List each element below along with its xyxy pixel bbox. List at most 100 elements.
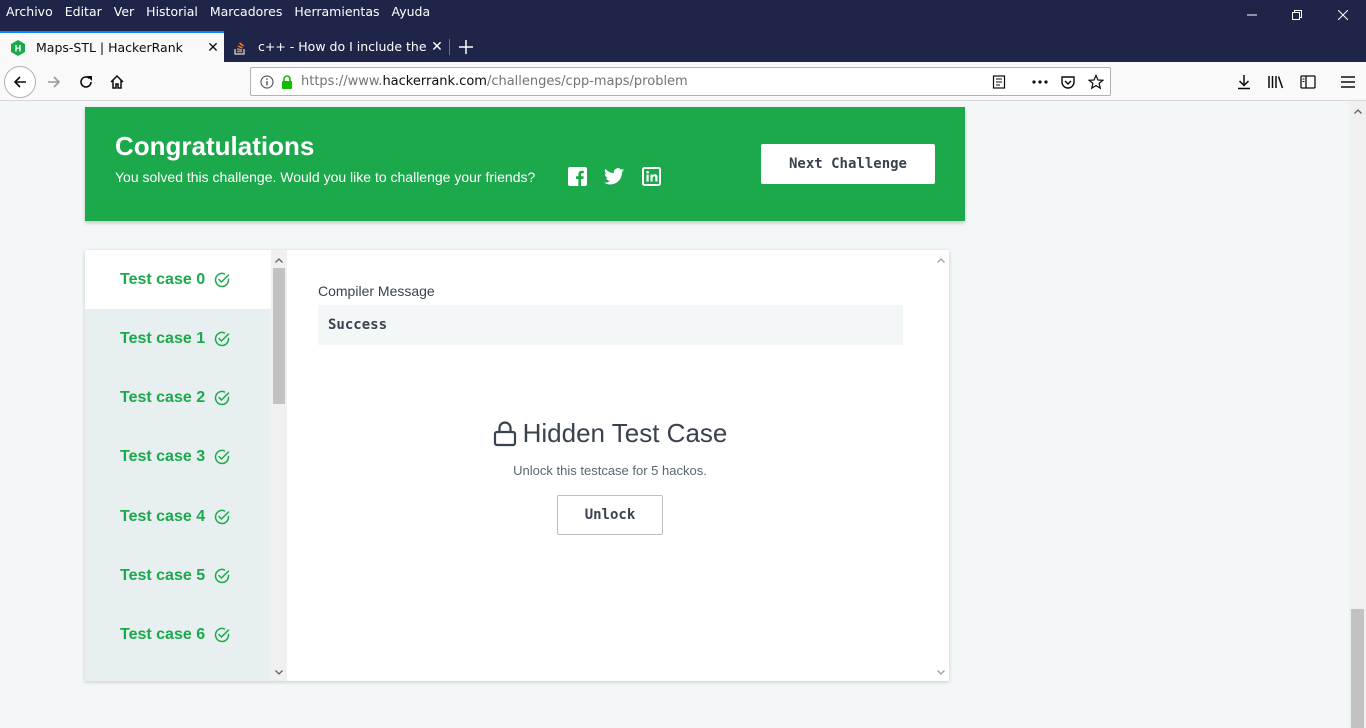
- download-icon: [1238, 75, 1250, 90]
- testcase-label: Test case 1: [120, 329, 206, 347]
- svg-text:H: H: [15, 43, 22, 53]
- scrollbar-thumb[interactable]: [1351, 609, 1364, 728]
- testcase-label: Test case 5: [120, 566, 206, 584]
- sidebar-button[interactable]: [1292, 66, 1324, 98]
- testcase-label: Test case 0: [120, 270, 206, 288]
- testcase-list: Test case 0 Test case 1 Test case 2 Test…: [85, 250, 271, 681]
- testcase-label: Test case 4: [120, 507, 206, 525]
- reload-button[interactable]: [70, 66, 102, 98]
- menu-ayuda[interactable]: Ayuda: [386, 4, 437, 19]
- testcase-detail: Compiler Message Success Hidden Test Cas…: [287, 250, 949, 681]
- compiler-message-box: Success: [318, 305, 903, 345]
- detail-scrollbar[interactable]: [933, 250, 949, 681]
- hidden-testcase-title: Hidden Test Case: [522, 418, 728, 448]
- info-icon[interactable]: [260, 74, 274, 89]
- unlock-button[interactable]: Unlock: [557, 495, 663, 535]
- check-circle-icon: [214, 272, 230, 287]
- linkedin-share-button[interactable]: [641, 166, 661, 186]
- check-circle-icon: [214, 390, 230, 405]
- menu-historial[interactable]: Historial: [140, 4, 204, 19]
- arrow-right-icon: [48, 76, 61, 88]
- check-circle-icon: [214, 568, 230, 583]
- scroll-up-icon[interactable]: [933, 252, 949, 268]
- hidden-testcase-heading: Hidden Test Case: [287, 418, 933, 449]
- menu-archivo[interactable]: Archivo: [0, 4, 59, 19]
- library-button[interactable]: [1260, 66, 1292, 98]
- scroll-up-icon[interactable]: [1349, 103, 1366, 119]
- hamburger-icon: [1341, 76, 1355, 88]
- testcase-tab-0[interactable]: Test case 0: [85, 250, 271, 309]
- new-tab-button[interactable]: [452, 31, 480, 62]
- star-icon: [1088, 73, 1104, 89]
- reader-view-button[interactable]: [989, 68, 1009, 95]
- check-circle-icon: [214, 449, 230, 464]
- menu-editar[interactable]: Editar: [59, 4, 108, 19]
- browser-titlebar: Archivo Editar Ver Historial Marcadores …: [0, 0, 1366, 62]
- tab-close-icon[interactable]: ✕: [426, 39, 448, 55]
- tab-label: c++ - How do I include the strin: [258, 39, 426, 54]
- address-bar[interactable]: https://www.hackerrank.com/challenges/cp…: [250, 67, 1111, 96]
- url-text: https://www.hackerrank.com/challenges/cp…: [301, 74, 688, 89]
- testcase-label: Test case 3: [120, 447, 206, 465]
- scroll-up-icon[interactable]: [271, 252, 287, 268]
- minimize-button[interactable]: [1229, 0, 1275, 30]
- close-icon: [1338, 10, 1348, 20]
- testcase-label: Test case 2: [120, 388, 206, 406]
- scrollbar-thumb[interactable]: [273, 268, 285, 404]
- tab-close-icon[interactable]: ✕: [202, 40, 224, 56]
- restore-icon: [1292, 10, 1302, 20]
- testcase-tab-2[interactable]: Test case 2: [85, 368, 271, 427]
- minimize-icon: [1247, 14, 1257, 16]
- close-window-button[interactable]: [1320, 0, 1366, 30]
- lock-secure-icon[interactable]: [281, 74, 293, 89]
- linkedin-icon: [641, 166, 661, 186]
- tab-separator: [449, 39, 450, 55]
- pocket-button[interactable]: [1057, 68, 1079, 95]
- home-button[interactable]: [101, 66, 133, 98]
- twitter-icon: [604, 167, 624, 184]
- forward-button[interactable]: [38, 66, 70, 98]
- menu-bar: Archivo Editar Ver Historial Marcadores …: [0, 0, 436, 22]
- menu-herramientas[interactable]: Herramientas: [288, 4, 385, 19]
- twitter-share-button[interactable]: [604, 166, 624, 186]
- testcase-list-scrollbar[interactable]: [271, 250, 287, 681]
- page-scrollbar[interactable]: [1349, 101, 1366, 728]
- tab-label: Maps-STL | HackerRank: [36, 40, 183, 55]
- menu-ver[interactable]: Ver: [108, 4, 140, 19]
- home-icon: [110, 74, 124, 89]
- back-button[interactable]: [4, 66, 36, 98]
- facebook-icon: [567, 166, 587, 186]
- next-challenge-button[interactable]: Next Challenge: [761, 144, 935, 184]
- testcase-tab-5[interactable]: Test case 5: [85, 546, 271, 605]
- tab-hackerrank[interactable]: H Maps-STL | HackerRank ✕: [0, 31, 224, 62]
- scroll-down-icon[interactable]: [933, 664, 949, 680]
- banner-subtitle: You solved this challenge. Would you lik…: [115, 169, 536, 185]
- page-actions-button[interactable]: [1029, 68, 1051, 95]
- reader-icon: [992, 74, 1006, 89]
- test-results-panel: Test case 0 Test case 1 Test case 2 Test…: [85, 250, 949, 681]
- downloads-button[interactable]: [1228, 66, 1260, 98]
- testcase-tab-3[interactable]: Test case 3: [85, 427, 271, 486]
- check-circle-icon: [214, 509, 230, 524]
- bookmark-star-button[interactable]: [1085, 68, 1107, 95]
- library-icon: [1268, 76, 1284, 89]
- check-circle-icon: [214, 331, 230, 346]
- arrow-left-icon: [13, 76, 26, 88]
- testcase-tab-1[interactable]: Test case 1: [85, 309, 271, 368]
- testcase-tab-6[interactable]: Test case 6: [85, 605, 271, 664]
- banner-title: Congratulations: [115, 131, 315, 161]
- hackerrank-icon: H: [10, 39, 26, 56]
- tab-stackoverflow[interactable]: c++ - How do I include the strin ✕: [226, 31, 448, 62]
- menu-marcadores[interactable]: Marcadores: [204, 4, 289, 19]
- congratulations-banner: Congratulations You solved this challeng…: [85, 107, 965, 221]
- testcase-label: Test case 6: [120, 625, 206, 643]
- navigation-toolbar: https://www.hackerrank.com/challenges/cp…: [0, 62, 1366, 101]
- facebook-share-button[interactable]: [567, 166, 587, 186]
- restore-button[interactable]: [1274, 0, 1320, 30]
- scroll-down-icon[interactable]: [271, 664, 287, 680]
- plus-icon: [459, 39, 473, 54]
- testcase-tab-4[interactable]: Test case 4: [85, 487, 271, 546]
- menu-button[interactable]: [1332, 66, 1364, 98]
- check-circle-icon: [214, 627, 230, 642]
- pocket-icon: [1061, 75, 1075, 89]
